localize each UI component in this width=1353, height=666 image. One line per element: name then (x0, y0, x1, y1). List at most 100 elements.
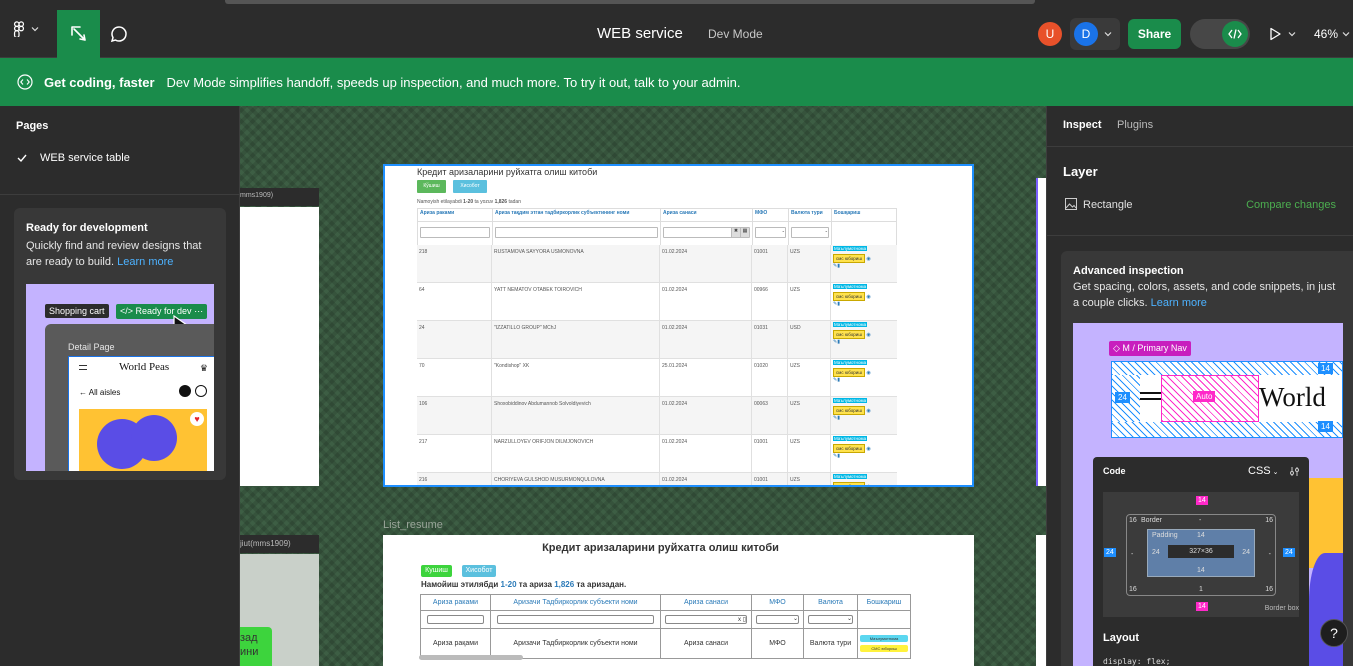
table-row[interactable]: 24 "IZZATILLO GROUP" MChJ 01.02.2024 01031 U… (417, 321, 897, 359)
sms-button[interactable]: смс юбориш (833, 368, 865, 377)
filter-input[interactable] (420, 227, 490, 238)
filter-select[interactable]: ⌄ (755, 227, 786, 238)
summary-prefix: Namoyish etilayabdi (417, 199, 462, 205)
help-button[interactable]: ? (1320, 619, 1348, 647)
frame2-report-button[interactable]: Хисобот (462, 565, 496, 577)
box-model: 14 24 24 14 16 Border - 16 - - 16 1 16 P… (1103, 492, 1299, 617)
sms-button[interactable]: смс юбориш (833, 330, 865, 339)
promo-learn-more-link[interactable]: Learn more (117, 256, 173, 268)
table-header: Ариза раками (420, 594, 491, 611)
page-item-web-service-table[interactable]: WEB service table (0, 148, 239, 168)
compare-changes-link[interactable]: Compare changes (1246, 199, 1336, 211)
cart-icon (179, 385, 191, 397)
eye-icon[interactable]: ◉ (866, 408, 870, 414)
code-icon (1222, 21, 1248, 47)
frame2-add-button[interactable]: Кушиш (421, 565, 452, 577)
status-badge[interactable]: Маълумотнома (833, 246, 868, 251)
filter-input[interactable] (497, 615, 654, 624)
trash-icon[interactable]: ▮ (837, 339, 840, 345)
info-badge[interactable]: Маълумотнома (860, 635, 908, 642)
table-row[interactable]: 217 NARZULLOYEV ORIFJON DILMJONOVICH 01.02… (417, 435, 897, 473)
status-badge[interactable]: Маълумотнома (833, 436, 868, 441)
table-cell: UZS (788, 397, 831, 434)
trash-icon[interactable]: ▮ (837, 415, 840, 421)
window-scrollbar[interactable] (225, 0, 1035, 4)
filter-date[interactable]: x ▯ (665, 615, 747, 624)
trash-icon[interactable]: ▮ (837, 301, 840, 307)
table-cell: 01001 (752, 435, 788, 472)
frame-list-resume[interactable]: Кредит аризаларини руйхатга олиш китоби … (383, 535, 974, 666)
avatar-d[interactable]: D (1074, 22, 1098, 46)
sms-badge[interactable]: СМС юбориш (860, 645, 908, 652)
table-cell: 218 (417, 245, 492, 282)
summary-suffix: та аризадан. (576, 580, 627, 589)
comment-tool-button[interactable] (106, 21, 132, 47)
sms-button[interactable]: смс юбориш (833, 482, 865, 485)
eye-icon[interactable]: ◉ (866, 446, 870, 452)
table-header: Бошкариш (857, 594, 911, 611)
move-tool-button[interactable] (57, 10, 100, 58)
status-badge[interactable]: Маълумотнома (833, 398, 868, 403)
frame-credit-register-table[interactable]: Кредит аризаларини руйхатга олиш китоби … (383, 164, 974, 487)
tab-inspect[interactable]: Inspect (1063, 119, 1102, 131)
css-dropdown[interactable]: CSS ⌄ (1248, 465, 1278, 477)
trash-icon[interactable]: ▮ (837, 377, 840, 383)
settings-sliders-icon[interactable] (1289, 466, 1300, 477)
trash-icon[interactable]: ▮ (837, 263, 840, 269)
eye-icon[interactable]: ◉ (866, 484, 870, 485)
main-menu-button[interactable] (8, 17, 44, 41)
world-text: World (1259, 382, 1326, 412)
frame-left-bottom[interactable]: зад ини (240, 554, 319, 666)
frame-left-top[interactable] (240, 207, 319, 486)
frame1-report-button[interactable]: Хисобот (453, 180, 487, 193)
sms-button[interactable]: смс юбориш (833, 292, 865, 301)
image-icon (1065, 198, 1077, 210)
present-button[interactable] (1264, 22, 1300, 46)
panel-divider (1047, 146, 1353, 147)
promo-title: Ready for development (26, 222, 148, 234)
sms-button[interactable]: смс юбориш (833, 444, 865, 453)
frame-right-edge-bottom[interactable] (1036, 535, 1046, 666)
table-row[interactable]: 70 "Kondishop" XK 25.01.2024 01020 UZS Маълум… (417, 359, 897, 397)
frame-right-edge[interactable] (1036, 178, 1046, 486)
eye-icon[interactable]: ◉ (866, 294, 870, 300)
zoom-menu[interactable]: 46% (1314, 27, 1350, 41)
filter-date[interactable]: ✖ ▦ (663, 227, 750, 238)
banner-text: Dev Mode simplifies handoff, speeds up i… (166, 74, 741, 90)
filter-select[interactable]: ⌄ (791, 227, 829, 238)
design-canvas[interactable]: mms1909) jiut(mms1909) зад ини Кредит ар… (240, 106, 1046, 666)
filter-select[interactable]: ⌄ (808, 615, 853, 624)
table-cell: YATT NEMATOV OTABEK TOIROVICH (492, 283, 660, 320)
panel-divider (0, 194, 239, 195)
auto-label: Auto (1193, 391, 1216, 402)
avatar-u[interactable]: U (1038, 22, 1062, 46)
eye-icon[interactable]: ◉ (866, 332, 870, 338)
filter-input[interactable] (495, 227, 658, 238)
file-name[interactable]: WEB service (597, 25, 683, 42)
trash-icon[interactable]: ▮ (837, 453, 840, 459)
table-row[interactable]: 106 Shoxobiddinov Abdumannob Solvoldiyevi… (417, 397, 897, 435)
dev-mode-toggle[interactable] (1190, 19, 1250, 49)
table-row[interactable]: Ариза рақами Аризачи Тадбиркорлик субъек… (420, 628, 911, 659)
eye-icon[interactable]: ◉ (866, 370, 870, 376)
tab-plugins[interactable]: Plugins (1117, 119, 1153, 131)
status-badge[interactable]: Маълумотнома (833, 360, 868, 365)
filter-select[interactable]: ⌄ (756, 615, 799, 624)
pages-heading: Pages (16, 120, 49, 132)
summary-mid: та ариза (518, 580, 552, 589)
status-badge[interactable]: Маълумотнома (833, 284, 868, 289)
eye-icon[interactable]: ◉ (866, 256, 870, 262)
frame1-add-button[interactable]: Кўшиш (417, 180, 446, 193)
share-button[interactable]: Share (1128, 19, 1181, 49)
sms-button[interactable]: смс юбориш (833, 406, 865, 415)
chevron-down-icon (31, 27, 39, 32)
table-row[interactable]: 64 YATT NEMATOV OTABEK TOIROVICH 01.02.202… (417, 283, 897, 321)
table-row[interactable]: 218 RUSTAMOVA SAYYORA USMONOVNA 01.02.2024… (417, 245, 897, 283)
status-badge[interactable]: Маълумотнома (833, 474, 868, 479)
table-row[interactable]: 216 CHORIYEVA GULSHOD MUSURMONQULOVNA 01.0… (417, 473, 897, 485)
horizontal-scrollbar[interactable] (419, 655, 523, 660)
filter-input[interactable] (427, 615, 484, 624)
advanced-learn-more-link[interactable]: Learn more (1151, 297, 1207, 309)
status-badge[interactable]: Маълумотнома (833, 322, 868, 327)
sms-button[interactable]: смс юбориш (833, 254, 865, 263)
